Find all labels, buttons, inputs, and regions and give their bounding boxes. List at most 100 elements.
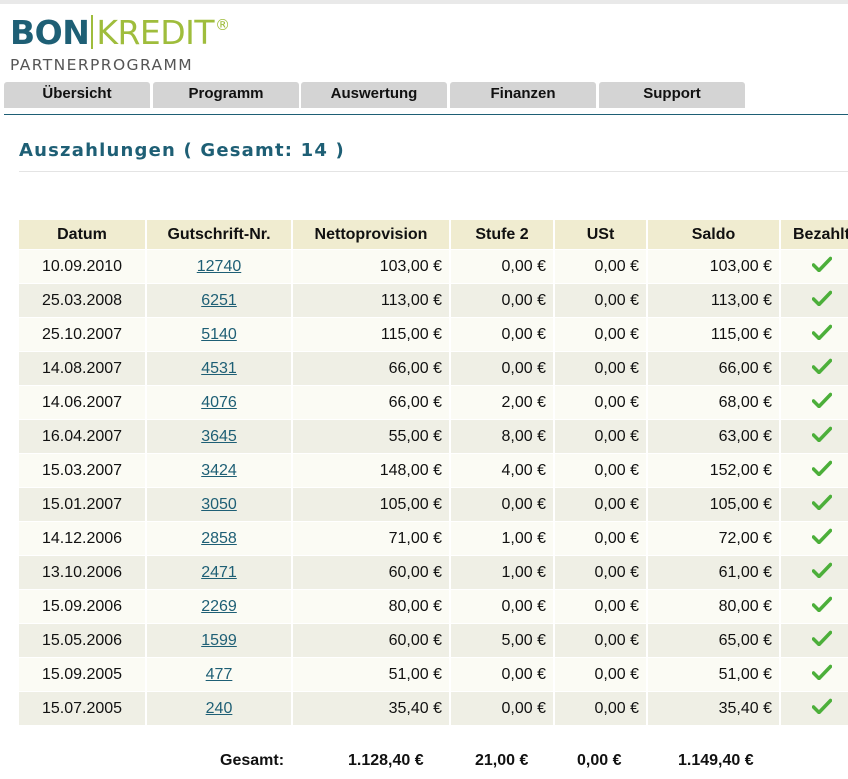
table-row: 15.01.2007 3050 105,00 € 0,00 € 0,00 € 1… [19, 487, 848, 522]
check-icon [811, 494, 833, 515]
tab-auswertung[interactable]: Auswertung [301, 82, 447, 108]
cell-gutschrift: 5140 [146, 317, 293, 352]
cell-saldo: 105,00 € [647, 487, 781, 522]
gutschrift-link[interactable]: 3645 [201, 428, 237, 445]
logo-wordmark: BON KREDIT® [10, 6, 230, 52]
cell-stufe2: 5,00 € [450, 623, 555, 658]
cell-bezahlt [780, 385, 848, 420]
total-ust: 0,00 € [577, 752, 622, 769]
cell-datum: 10.09.2010 [19, 249, 147, 284]
cell-datum: 25.03.2008 [19, 283, 147, 318]
totals-label: Gesamt: [220, 752, 285, 769]
cell-saldo: 80,00 € [647, 589, 781, 624]
col-header-stufe2[interactable]: Stufe 2 [450, 220, 555, 250]
gutschrift-link[interactable]: 5140 [201, 326, 237, 343]
cell-netto: 60,00 € [292, 623, 451, 658]
col-header-gutschrift[interactable]: Gutschrift-Nr. [146, 220, 293, 250]
cell-stufe2: 1,00 € [450, 521, 555, 556]
cell-stufe2: 4,00 € [450, 453, 555, 488]
table-row: 15.09.2005 477 51,00 € 0,00 € 0,00 € 51,… [19, 657, 848, 692]
cell-saldo: 51,00 € [647, 657, 781, 692]
table-row: 15.03.2007 3424 148,00 € 4,00 € 0,00 € 1… [19, 453, 848, 488]
cell-bezahlt [780, 453, 848, 488]
cell-gutschrift: 3645 [146, 419, 293, 454]
gutschrift-link[interactable]: 2269 [201, 598, 237, 615]
gutschrift-link[interactable]: 3424 [201, 462, 237, 479]
cell-bezahlt [780, 419, 848, 454]
gutschrift-link[interactable]: 1599 [201, 632, 237, 649]
logo-bon: BON [10, 13, 90, 52]
cell-stufe2: 0,00 € [450, 317, 555, 352]
cell-gutschrift: 3050 [146, 487, 293, 522]
total-stufe2: 21,00 € [475, 752, 529, 769]
table-row: 10.09.2010 12740 103,00 € 0,00 € 0,00 € … [19, 249, 848, 284]
cell-datum: 15.09.2005 [19, 657, 147, 692]
cell-datum: 15.05.2006 [19, 623, 147, 658]
cell-stufe2: 0,00 € [450, 589, 555, 624]
check-icon [811, 698, 833, 719]
gutschrift-link[interactable]: 477 [206, 666, 233, 683]
tab-support[interactable]: Support [599, 82, 745, 108]
cell-stufe2: 0,00 € [450, 487, 555, 522]
gutschrift-link[interactable]: 12740 [197, 258, 242, 275]
col-header-ust[interactable]: USt [554, 220, 648, 250]
cell-bezahlt [780, 589, 848, 624]
cell-bezahlt [780, 317, 848, 352]
table-row: 13.10.2006 2471 60,00 € 1,00 € 0,00 € 61… [19, 555, 848, 590]
cell-gutschrift: 4076 [146, 385, 293, 420]
cell-ust: 0,00 € [554, 351, 648, 386]
cell-gutschrift: 2269 [146, 589, 293, 624]
cell-netto: 35,40 € [292, 691, 451, 725]
cell-ust: 0,00 € [554, 521, 648, 556]
cell-saldo: 65,00 € [647, 623, 781, 658]
registered-mark: ® [215, 16, 230, 34]
total-netto: 1.128,40 € [348, 752, 424, 769]
table-row: 14.08.2007 4531 66,00 € 0,00 € 0,00 € 66… [19, 351, 848, 386]
check-icon [811, 528, 833, 549]
cell-bezahlt [780, 351, 848, 386]
gutschrift-link[interactable]: 2858 [201, 530, 237, 547]
cell-gutschrift: 4531 [146, 351, 293, 386]
table-row: 15.09.2006 2269 80,00 € 0,00 € 0,00 € 80… [19, 589, 848, 624]
cell-gutschrift: 12740 [146, 249, 293, 284]
tab-uebersicht[interactable]: Übersicht [4, 82, 150, 108]
check-icon [811, 324, 833, 345]
cell-gutschrift: 240 [146, 691, 293, 725]
gutschrift-link[interactable]: 240 [206, 700, 233, 717]
cell-gutschrift: 2471 [146, 555, 293, 590]
payouts-table: Datum Gutschrift-Nr. Nettoprovision Stuf… [19, 220, 848, 725]
logo-subtitle: PARTNERPROGRAMM [10, 56, 194, 74]
cell-bezahlt [780, 249, 848, 284]
col-header-datum[interactable]: Datum [19, 220, 147, 250]
cell-ust: 0,00 € [554, 385, 648, 420]
cell-ust: 0,00 € [554, 487, 648, 522]
gutschrift-link[interactable]: 4076 [201, 394, 237, 411]
gutschrift-link[interactable]: 4531 [201, 360, 237, 377]
gutschrift-link[interactable]: 2471 [201, 564, 237, 581]
cell-datum: 13.10.2006 [19, 555, 147, 590]
logo-separator [91, 15, 94, 49]
cell-netto: 105,00 € [292, 487, 451, 522]
cell-datum: 15.01.2007 [19, 487, 147, 522]
cell-stufe2: 1,00 € [450, 555, 555, 590]
main-nav: Übersicht Programm Auswertung Finanzen S… [4, 82, 848, 115]
tab-programm[interactable]: Programm [153, 82, 299, 108]
gutschrift-link[interactable]: 3050 [201, 496, 237, 513]
table-row: 15.05.2006 1599 60,00 € 5,00 € 0,00 € 65… [19, 623, 848, 658]
col-header-bezahlt[interactable]: Bezahlt [780, 220, 848, 250]
tab-finanzen[interactable]: Finanzen [450, 82, 596, 108]
table-row: 15.07.2005 240 35,40 € 0,00 € 0,00 € 35,… [19, 691, 848, 725]
cell-saldo: 72,00 € [647, 521, 781, 556]
cell-saldo: 66,00 € [647, 351, 781, 386]
cell-netto: 103,00 € [292, 249, 451, 284]
check-icon [811, 562, 833, 583]
logo-kredit: KREDIT [96, 13, 215, 52]
cell-ust: 0,00 € [554, 317, 648, 352]
col-header-nettoprovision[interactable]: Nettoprovision [292, 220, 451, 250]
cell-gutschrift: 6251 [146, 283, 293, 318]
gutschrift-link[interactable]: 6251 [201, 292, 237, 309]
cell-stufe2: 0,00 € [450, 657, 555, 692]
cell-ust: 0,00 € [554, 589, 648, 624]
col-header-saldo[interactable]: Saldo [647, 220, 781, 250]
cell-bezahlt [780, 487, 848, 522]
